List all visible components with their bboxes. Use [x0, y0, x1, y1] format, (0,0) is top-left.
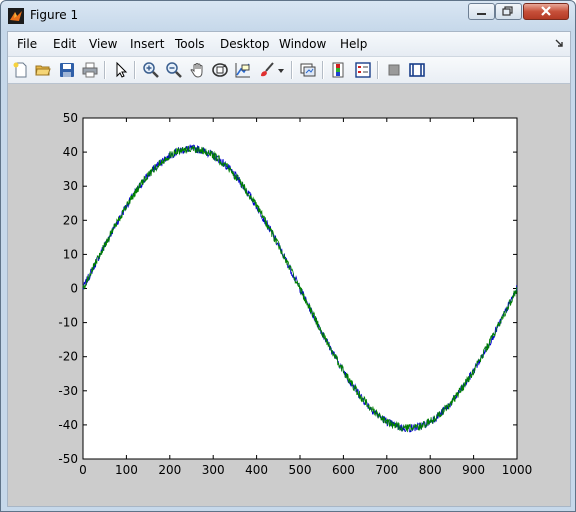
figure-canvas: 0 100 200 300 400 500 600 700 800 900 1000 50 40 30 2…: [8, 84, 570, 506]
y-tick-label: -20: [58, 350, 78, 364]
dock-arrow-icon[interactable]: [554, 38, 564, 48]
brush-dropdown-icon[interactable]: [276, 61, 286, 79]
link-plot-icon[interactable]: [299, 61, 317, 79]
x-tick-label: 400: [245, 463, 268, 477]
maximize-button[interactable]: [495, 3, 522, 20]
pointer-icon[interactable]: [112, 61, 130, 79]
y-tick-label: 30: [63, 179, 78, 193]
toolbar-separator: [322, 61, 324, 79]
toolbar-separator: [291, 61, 293, 79]
menu-file[interactable]: File: [17, 37, 37, 51]
y-tick-label: 40: [63, 145, 78, 159]
window-title: Figure 1: [30, 8, 79, 22]
menu-tools[interactable]: Tools: [175, 37, 205, 51]
minimize-icon: [477, 13, 486, 15]
y-tick-label: -50: [58, 452, 78, 466]
rotate-3d-icon[interactable]: [211, 61, 229, 79]
menu-desktop[interactable]: Desktop: [220, 37, 270, 51]
y-tick-label: -30: [58, 384, 78, 398]
zoom-in-icon[interactable]: [142, 61, 160, 79]
plot-axes[interactable]: 0 100 200 300 400 500 600 700 800 900 1000 5040302…: [8, 84, 570, 506]
restore-icon: [502, 6, 513, 16]
zoom-out-icon[interactable]: [165, 61, 183, 79]
x-tick-label: 500: [289, 463, 312, 477]
hide-plot-tools-icon[interactable]: [385, 61, 403, 79]
matlab-icon: [8, 8, 24, 24]
x-tick-label: 800: [419, 463, 442, 477]
menu-view[interactable]: View: [89, 37, 117, 51]
menu-help[interactable]: Help: [340, 37, 367, 51]
y-tick-label: -10: [58, 316, 78, 330]
figure-window: Figure 1 File Edit View Insert Tools Des…: [0, 0, 576, 512]
x-tick-label: 300: [202, 463, 225, 477]
toolbar-separator: [104, 61, 106, 79]
figure-client: File Edit View Insert Tools Desktop Wind…: [7, 31, 571, 507]
y-tick-label: 50: [63, 111, 78, 125]
menu-insert[interactable]: Insert: [130, 37, 164, 51]
figure-toolbar: [8, 57, 570, 84]
save-icon[interactable]: [58, 61, 76, 79]
minimize-button[interactable]: [468, 3, 495, 20]
x-tick-label: 100: [115, 463, 138, 477]
toolbar-separator: [377, 61, 379, 79]
pan-hand-icon[interactable]: [189, 61, 207, 79]
insert-legend-icon[interactable]: [354, 61, 372, 79]
close-button[interactable]: [523, 3, 569, 20]
new-figure-icon[interactable]: [12, 61, 30, 79]
title-bar[interactable]: Figure 1: [1, 1, 575, 31]
x-tick-label: 0: [79, 463, 87, 477]
x-tick-label: 200: [158, 463, 181, 477]
data-cursor-icon[interactable]: [234, 61, 252, 79]
show-plot-tools-icon[interactable]: [408, 61, 426, 79]
print-icon[interactable]: [81, 61, 99, 79]
x-tick-label: 1000: [502, 463, 533, 477]
menu-window[interactable]: Window: [279, 37, 326, 51]
menu-bar: File Edit View Insert Tools Desktop Wind…: [8, 32, 570, 57]
y-tick-label: 0: [70, 282, 78, 296]
close-icon: [541, 6, 551, 16]
toolbar-separator: [134, 61, 136, 79]
insert-colorbar-icon[interactable]: [330, 61, 348, 79]
x-tick-label: 900: [462, 463, 485, 477]
menu-edit[interactable]: Edit: [53, 37, 76, 51]
open-file-icon[interactable]: [34, 61, 52, 79]
y-tick-label: -40: [58, 418, 78, 432]
x-tick-label: 600: [332, 463, 355, 477]
x-tick-label: 700: [375, 463, 398, 477]
brush-icon[interactable]: [258, 61, 276, 79]
y-tick-label: 20: [63, 213, 78, 227]
y-tick-label: 10: [63, 247, 78, 261]
